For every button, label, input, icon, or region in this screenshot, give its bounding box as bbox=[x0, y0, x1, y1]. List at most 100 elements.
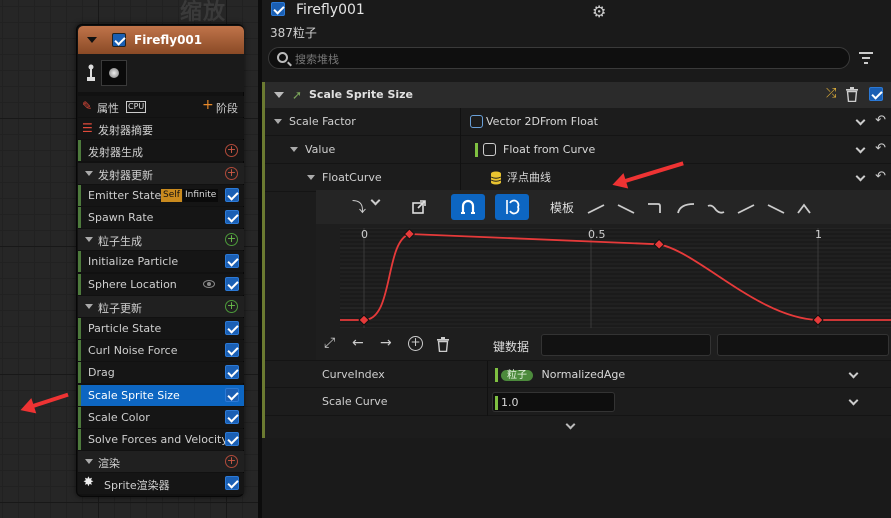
column-divider bbox=[460, 108, 461, 136]
param-value: 浮点曲线 bbox=[507, 171, 551, 184]
module-enable-checkbox[interactable] bbox=[225, 365, 239, 380]
curve-template-presets[interactable] bbox=[586, 200, 816, 216]
add-module-icon[interactable]: + bbox=[225, 233, 238, 247]
node-row-curl-noise-force[interactable]: Curl Noise Force bbox=[78, 340, 244, 362]
node-row-initialize-particle[interactable]: Initialize Particle bbox=[78, 251, 244, 273]
key-value-field[interactable] bbox=[717, 334, 889, 356]
module-enable-checkbox[interactable] bbox=[225, 187, 239, 202]
emitter-node[interactable]: Firefly001 ✎ 属性 CPU + 阶段 ☰ 发射器摘要 发射器生成 + 发射器更新 + Em… bbox=[76, 24, 244, 497]
add-key-icon[interactable]: + bbox=[408, 336, 423, 351]
auto-tangent-button[interactable] bbox=[451, 194, 485, 220]
open-external-icon[interactable] bbox=[412, 200, 426, 214]
chevron-down-icon[interactable] bbox=[855, 171, 866, 182]
node-row-solve-forces[interactable]: Solve Forces and Velocity bbox=[78, 429, 244, 450]
scale-curve-input[interactable]: 1.0 bbox=[492, 392, 615, 412]
section-collapse-icon[interactable] bbox=[85, 303, 93, 309]
node-row-properties[interactable]: ✎ 属性 CPU + 阶段 bbox=[78, 96, 244, 117]
gear-icon[interactable]: ⚙ bbox=[592, 2, 606, 21]
dynamic-input-icon bbox=[483, 143, 496, 156]
module-header[interactable]: ➚ Scale Sprite Size ⤮ bbox=[265, 82, 891, 108]
node-section-emitter-update[interactable]: 发射器更新 + bbox=[78, 162, 244, 184]
stage-label[interactable]: 阶段 bbox=[216, 100, 238, 116]
node-section-render[interactable]: 渲染 + bbox=[78, 451, 244, 473]
module-enable-checkbox[interactable] bbox=[225, 432, 239, 446]
module-enable-checkbox[interactable] bbox=[225, 210, 239, 224]
node-section-particle-spawn[interactable]: 粒子生成 + bbox=[78, 229, 244, 251]
module-enable-checkbox[interactable] bbox=[225, 409, 239, 424]
section-collapse-icon[interactable] bbox=[85, 459, 93, 465]
node-row-emitter-state[interactable]: Emitter State Self Infinite bbox=[78, 184, 244, 206]
node-graph-canvas[interactable]: 缩放1:1 Firefly001 ✎属性CPU+阶段☰发射器摘要发射器生成+发射… bbox=[0, 0, 258, 518]
module-enable-checkbox[interactable] bbox=[225, 321, 239, 335]
emitter-node-header[interactable]: Firefly001 bbox=[78, 26, 244, 54]
joystick-icon bbox=[87, 64, 95, 81]
reset-icon[interactable]: ↶ bbox=[875, 141, 886, 156]
chevron-down-icon[interactable] bbox=[855, 115, 866, 126]
module-enable-checkbox[interactable] bbox=[225, 343, 239, 358]
section-collapse-icon[interactable] bbox=[85, 170, 93, 176]
module-collapse-icon[interactable] bbox=[274, 92, 284, 98]
reset-icon[interactable]: ↶ bbox=[875, 169, 886, 184]
add-module-icon[interactable]: + bbox=[225, 144, 238, 158]
stack-search-box[interactable] bbox=[268, 47, 850, 69]
module-enable-checkbox[interactable] bbox=[225, 387, 239, 402]
expand-triangle-icon[interactable] bbox=[274, 119, 282, 124]
node-row-emitter-summary[interactable]: ☰ 发射器摘要 bbox=[78, 118, 244, 140]
section-collapse-icon[interactable] bbox=[85, 237, 93, 243]
renderer-enable-checkbox[interactable] bbox=[225, 476, 239, 491]
add-module-icon[interactable]: + bbox=[225, 455, 238, 469]
sprite-thumbnail-icon[interactable] bbox=[101, 60, 127, 86]
expand-triangle-icon[interactable] bbox=[290, 147, 298, 152]
module-enable-checkbox[interactable] bbox=[225, 254, 239, 269]
reset-icon[interactable]: ↶ bbox=[875, 113, 886, 128]
chevron-down-icon[interactable] bbox=[855, 143, 866, 154]
expand-triangle-icon[interactable] bbox=[307, 175, 315, 180]
emitter-enable-checkbox[interactable] bbox=[112, 33, 126, 47]
node-row-drag[interactable]: Drag bbox=[78, 362, 244, 384]
dynamic-input-selector[interactable]: Vector 2DFrom Float bbox=[466, 112, 598, 132]
type-color-bar bbox=[495, 368, 498, 382]
selection-details-panel: Firefly001 ⚙ 387粒子 ➚ Scale Sprite Size ⤮… bbox=[262, 0, 891, 518]
stack-search-input[interactable] bbox=[295, 51, 835, 67]
filter-icon[interactable] bbox=[859, 52, 873, 64]
plus-icon[interactable]: + bbox=[202, 97, 214, 113]
key-interp-dropdown-icon[interactable]: ⤵ bbox=[352, 197, 366, 217]
snap-value-button[interactable] bbox=[495, 194, 529, 220]
node-row-particle-state[interactable]: Particle State bbox=[78, 318, 244, 339]
trash-icon[interactable] bbox=[845, 87, 859, 102]
module-enable-checkbox[interactable] bbox=[225, 276, 239, 291]
row-label: 粒子更新 bbox=[98, 301, 142, 315]
key-time-field[interactable] bbox=[541, 334, 711, 356]
emitter-enable-checkbox-panel[interactable] bbox=[271, 2, 285, 16]
node-section-particle-update[interactable]: 粒子更新 + bbox=[78, 295, 244, 317]
template-ease-in-dip-icon bbox=[707, 204, 725, 214]
previous-key-icon[interactable]: ← bbox=[352, 335, 364, 351]
column-divider bbox=[460, 164, 461, 192]
collapse-triangle-icon[interactable] bbox=[87, 37, 97, 43]
curve-index-selector[interactable]: 粒子 NormalizedAge bbox=[495, 365, 625, 385]
node-row-sphere-location[interactable]: Sphere Location bbox=[78, 273, 244, 295]
delete-key-icon[interactable] bbox=[436, 337, 450, 352]
row-label: Solve Forces and Velocity bbox=[88, 433, 228, 446]
node-row-scale-color[interactable]: Scale Color bbox=[78, 406, 244, 428]
node-row-scale-sprite-size[interactable]: Scale Sprite Size bbox=[78, 384, 244, 406]
chevron-down-icon[interactable] bbox=[848, 368, 859, 379]
fit-view-icon[interactable]: ⤢ bbox=[324, 335, 335, 351]
node-row-spawn-rate[interactable]: Spawn Rate bbox=[78, 207, 244, 228]
shuffle-icon[interactable]: ⤮ bbox=[826, 86, 836, 101]
node-row-emitter-spawn[interactable]: 发射器生成 + bbox=[78, 140, 244, 162]
curve-type-selector[interactable]: 浮点曲线 bbox=[487, 168, 551, 188]
type-color-bar bbox=[475, 143, 478, 157]
module-enable-checkbox[interactable] bbox=[869, 87, 883, 101]
row-label: 属性 bbox=[97, 102, 119, 115]
add-module-icon[interactable]: + bbox=[225, 299, 238, 313]
eye-icon[interactable] bbox=[203, 279, 215, 288]
next-key-icon[interactable]: → bbox=[380, 335, 392, 351]
chevron-down-icon[interactable] bbox=[848, 395, 859, 406]
chevron-down-icon[interactable] bbox=[370, 195, 381, 206]
add-module-icon[interactable]: + bbox=[225, 166, 238, 180]
node-row-sprite-renderer[interactable]: ✸ Sprite渲染器 bbox=[78, 473, 244, 495]
curve-editor[interactable]: ⤵ 模板 0 0.5 1 ⤢ ← → + 键数据 bbox=[316, 190, 891, 360]
curve-graph[interactable]: 10.80.60.40.20 00.51 bbox=[340, 228, 891, 328]
dynamic-input-selector[interactable]: Float from Curve bbox=[475, 140, 595, 160]
